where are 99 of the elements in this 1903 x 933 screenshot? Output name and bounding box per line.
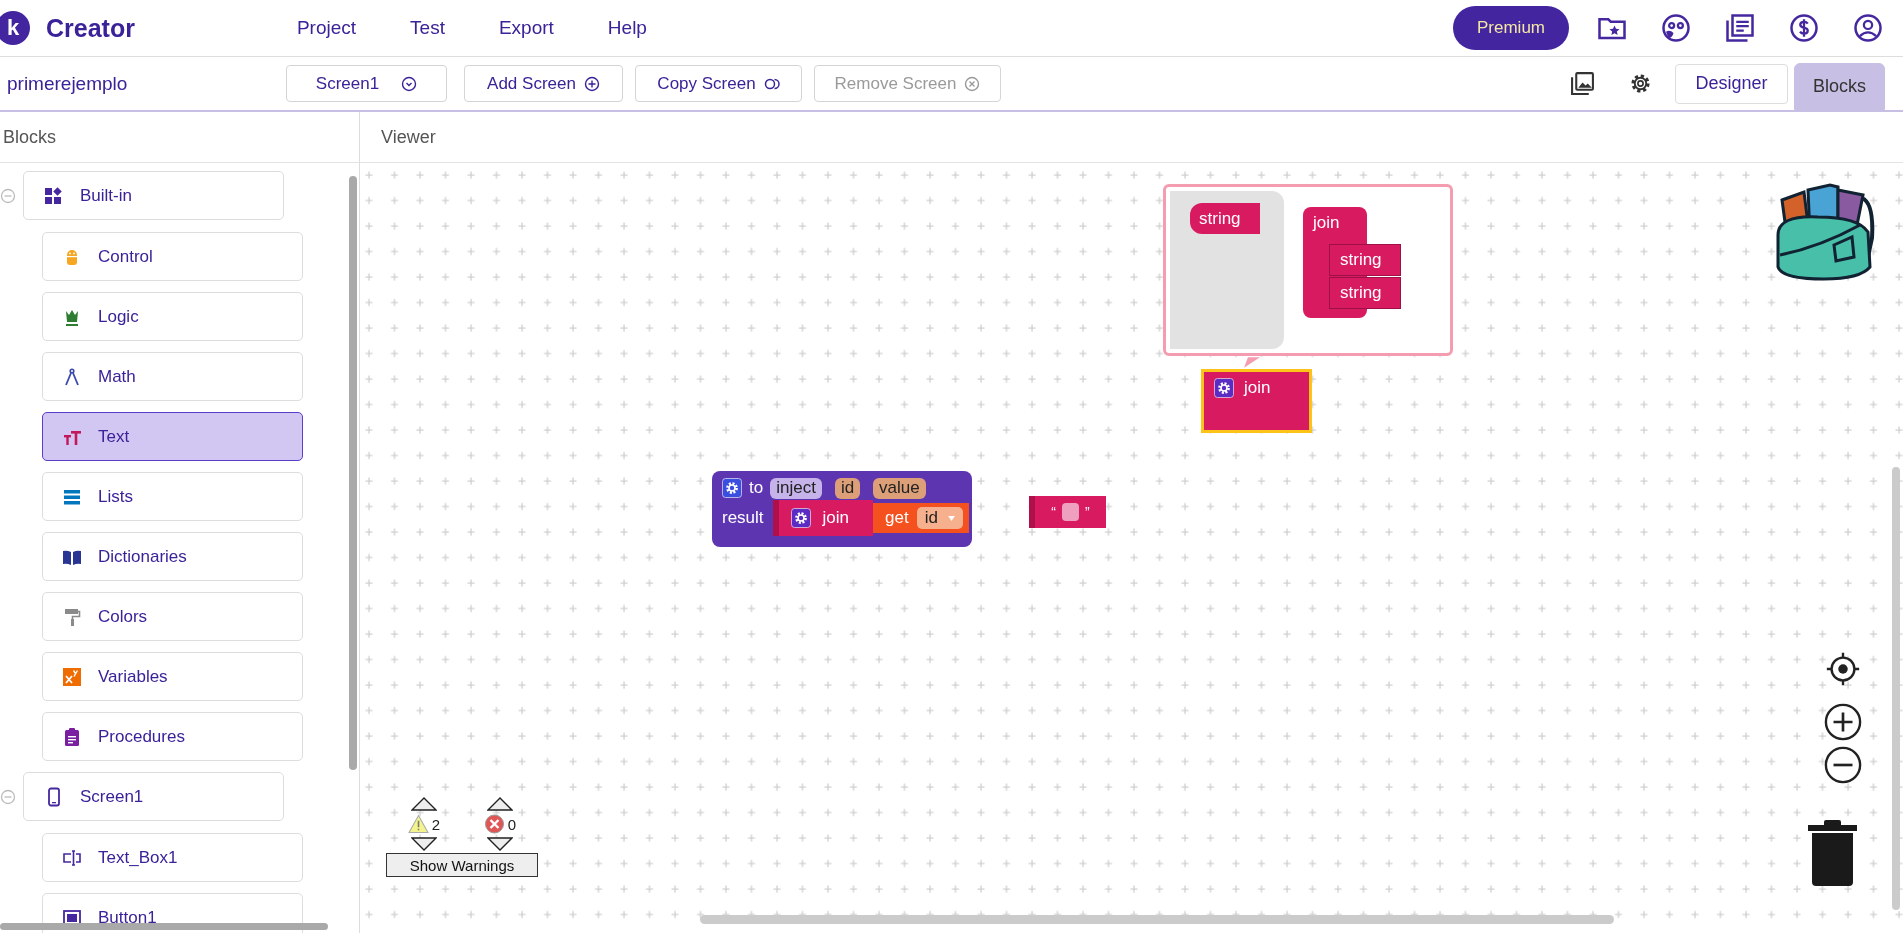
string-block[interactable]: string (1329, 277, 1401, 309)
variable-icon (62, 666, 82, 687)
block-label: join (1244, 378, 1271, 398)
panel-title: Blocks (3, 126, 56, 148)
app-name: Creator (46, 13, 135, 43)
item-label: Control (98, 246, 153, 267)
view-tab[interactable]: Blocks (1794, 63, 1885, 110)
error-icon (483, 814, 505, 834)
item-label: Math (98, 366, 136, 387)
string-block[interactable]: string (1329, 244, 1401, 276)
item-label: Lists (98, 486, 133, 507)
text-box-icon (62, 847, 82, 868)
block-label: join (1313, 213, 1340, 233)
join-block[interactable]: join (1201, 369, 1312, 433)
tree-item[interactable]: Control (42, 232, 303, 281)
parameter-field[interactable]: value (873, 477, 926, 499)
tree-item[interactable]: Colors (42, 592, 303, 641)
project-name: primerejemplo (7, 72, 128, 94)
block-label: to (749, 478, 764, 498)
panel-title: Viewer (381, 126, 436, 148)
item-label: Text (98, 426, 130, 447)
tree-item[interactable]: Text (42, 412, 303, 461)
tree-item[interactable]: Text_Box1 (42, 833, 303, 882)
parameter-field[interactable]: id (834, 477, 861, 499)
item-label: Text_Box1 (98, 847, 178, 868)
recenter-icon[interactable] (1824, 650, 1862, 688)
tree-item[interactable]: Built-in (23, 171, 284, 220)
quote-mark: “ (1051, 504, 1056, 520)
document-list-icon[interactable] (1725, 13, 1755, 43)
tree-item[interactable]: Math (42, 352, 303, 401)
item-label: Screen1 (80, 786, 144, 807)
menu-item[interactable]: Export (498, 13, 554, 43)
zoom-in-icon[interactable] (1824, 703, 1862, 741)
clipboard-icon (62, 726, 82, 747)
warning-count: 2 (431, 815, 441, 833)
screen-button[interactable]: Copy Screen (635, 65, 802, 102)
block-label: string (1340, 283, 1382, 303)
trash-icon[interactable] (1808, 819, 1857, 886)
blocks-icon (44, 185, 64, 206)
item-label: Built-in (80, 185, 132, 206)
item-label: Dictionaries (98, 546, 187, 567)
premium-button[interactable]: Premium (1453, 6, 1569, 50)
logo-icon[interactable]: k (0, 11, 30, 45)
gear-icon[interactable] (722, 478, 742, 498)
procedure-block[interactable]: to inject id value result join get id (712, 471, 972, 547)
block-label: get (885, 508, 909, 528)
caret-icon (947, 515, 955, 521)
string-block[interactable]: string (1190, 203, 1260, 234)
next-warning-button[interactable] (411, 837, 437, 851)
warning-icon (407, 814, 429, 834)
block-label: result (722, 508, 764, 528)
gallery-icon[interactable] (1570, 71, 1595, 96)
show-warnings-button[interactable]: Show Warnings (386, 853, 538, 877)
name-field[interactable]: inject (770, 477, 822, 499)
compass-icon (62, 366, 82, 387)
text-field[interactable] (1062, 503, 1079, 521)
scrollbar[interactable] (349, 176, 357, 770)
tree-item[interactable]: Screen1 (23, 772, 284, 821)
text-block[interactable]: “ ” (1029, 496, 1106, 528)
tree-item[interactable]: Lists (42, 472, 303, 521)
plus-icon (583, 75, 600, 92)
tree-item[interactable]: Procedures (42, 712, 303, 761)
error-count: 0 (507, 815, 517, 833)
paint-roller-icon (62, 606, 82, 627)
next-error-button[interactable] (487, 837, 513, 851)
scrollbar[interactable] (700, 915, 1614, 924)
gear-icon[interactable] (790, 508, 811, 528)
quote-mark: ” (1085, 504, 1090, 520)
previous-warning-button[interactable] (411, 797, 437, 811)
scrollbar[interactable] (0, 923, 328, 930)
menu-item[interactable]: Help (607, 13, 647, 43)
scrollbar[interactable] (1892, 467, 1900, 910)
screen-dropdown[interactable]: Screen1 (286, 65, 447, 102)
block-label: string (1340, 250, 1382, 270)
menu-item[interactable]: Project (296, 13, 357, 43)
block-label: join (822, 508, 850, 528)
gear-icon[interactable] (1214, 378, 1234, 398)
item-label: Procedures (98, 726, 185, 747)
tree-item[interactable]: Dictionaries (42, 532, 303, 581)
item-label: Variables (98, 666, 168, 687)
variable-dropdown[interactable]: id (916, 507, 963, 529)
item-label: Colors (98, 606, 148, 627)
tree-item[interactable]: Variables (42, 652, 303, 701)
dollar-icon[interactable] (1789, 13, 1819, 43)
user-icon[interactable] (1853, 13, 1883, 43)
face-icon[interactable] (1661, 13, 1691, 43)
item-label: Logic (98, 306, 139, 327)
close-icon (964, 75, 981, 92)
previous-error-button[interactable] (487, 797, 513, 811)
view-tab[interactable]: Designer (1675, 63, 1788, 104)
zoom-out-icon[interactable] (1824, 746, 1862, 784)
get-block[interactable]: get id (873, 503, 969, 533)
join-block[interactable]: join (772, 500, 874, 536)
tree-item[interactable]: Logic (42, 292, 303, 341)
screen-button[interactable]: Add Screen (464, 65, 623, 102)
item-label: Button1 (98, 907, 157, 928)
block-label: string (1199, 208, 1241, 229)
menu-item[interactable]: Test (410, 13, 445, 43)
dropdown-icon (401, 75, 418, 92)
